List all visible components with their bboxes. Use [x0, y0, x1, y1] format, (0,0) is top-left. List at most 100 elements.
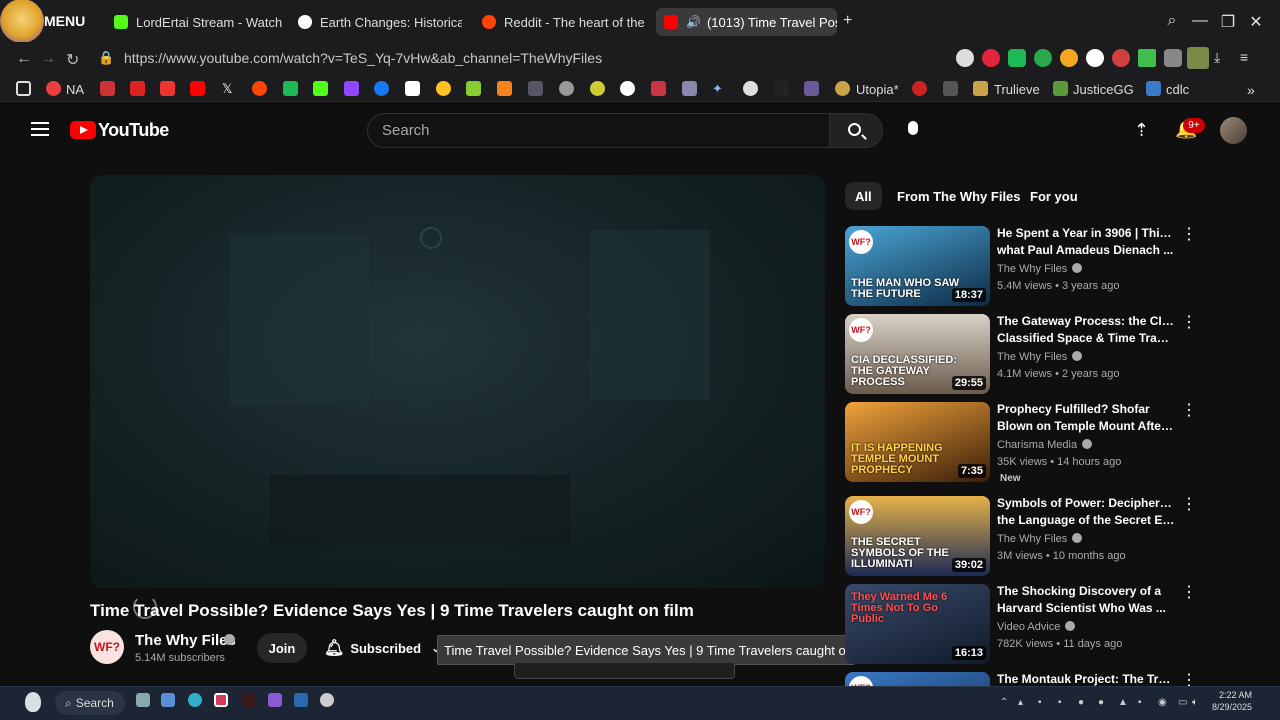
bookmark-icon[interactable]: [590, 81, 605, 96]
upload-icon[interactable]: ⇡: [1134, 120, 1149, 141]
bookmark-icon[interactable]: [497, 81, 512, 96]
recommendation-item[interactable]: WF? The Montauk Project: The Truth ⋮: [845, 672, 1190, 686]
chip-from-the-why-files[interactable]: From The Why Files: [887, 182, 1031, 210]
video-title[interactable]: The Shocking Discovery of a: [997, 584, 1175, 598]
bookmark-icon[interactable]: [528, 81, 543, 96]
bookmark-icon[interactable]: [100, 81, 115, 96]
tab-earth-changes[interactable]: Earth Changes: Historical: [290, 8, 462, 36]
taskbar-time[interactable]: 2:22 AM: [1212, 690, 1252, 700]
video-title[interactable]: what Paul Amadeus Dienach ...: [997, 243, 1175, 257]
trulieve-bookmark-icon[interactable]: [973, 81, 988, 96]
download-icon[interactable]: ⤓: [1214, 49, 1232, 67]
video-title[interactable]: Harvard Scientist Who Was ...: [997, 601, 1175, 615]
recommendation-item[interactable]: They Warned Me 6 Times Not To Go Public …: [845, 584, 1197, 666]
bookmark-icon[interactable]: [620, 81, 635, 96]
hamburger-menu-icon[interactable]: [31, 122, 49, 136]
amazon-bookmark-icon[interactable]: [405, 81, 420, 96]
youtube-bookmark-icon[interactable]: [190, 81, 205, 96]
walmart-bookmark-icon[interactable]: [436, 81, 451, 96]
taskbar-app-icon[interactable]: [268, 693, 282, 707]
facebook-bookmark-icon[interactable]: [374, 81, 389, 96]
more-options-icon[interactable]: ⋮: [1181, 403, 1197, 419]
channel-name[interactable]: Charisma Media: [997, 439, 1093, 451]
bookmark-icon[interactable]: [682, 81, 697, 96]
kick-bookmark-icon[interactable]: [313, 81, 328, 96]
video-title[interactable]: the Language of the Secret Elite: [997, 513, 1175, 527]
volume-icon[interactable]: 🔈︎: [1192, 697, 1198, 708]
twitch-bookmark-icon[interactable]: [344, 81, 359, 96]
channel-avatar[interactable]: WF?: [90, 630, 124, 664]
extension-icon[interactable]: [1086, 49, 1104, 67]
recommendation-item[interactable]: IT IS HAPPENING TEMPLE MOUNT PROPHECY 7:…: [845, 402, 1197, 484]
extension-icon[interactable]: [1060, 49, 1078, 67]
tray-icon[interactable]: ▪: [1138, 697, 1142, 708]
tray-icon[interactable]: ▲: [1118, 697, 1128, 708]
bookmark-icon[interactable]: [160, 81, 175, 96]
more-options-icon[interactable]: ⋮: [1181, 315, 1197, 331]
lock-icon[interactable]: 🔒: [98, 50, 114, 66]
video-title[interactable]: The Gateway Process: the CIA's: [997, 314, 1175, 328]
bookmark-justicegg-label[interactable]: JusticeGG: [1073, 82, 1134, 97]
extension-icon[interactable]: [1034, 49, 1052, 67]
video-thumbnail[interactable]: WF?: [845, 672, 990, 686]
speaker-icon[interactable]: 🔊: [686, 15, 701, 29]
extension-icon[interactable]: [982, 49, 1000, 67]
bookmark-icon[interactable]: [943, 81, 958, 96]
bookmark-na-label[interactable]: NA: [66, 82, 84, 97]
utopia-bookmark-icon[interactable]: [835, 81, 850, 96]
task-view-icon[interactable]: [136, 693, 150, 707]
subscribed-button[interactable]: 🔔︎ Subscribed ⌄: [318, 633, 441, 663]
join-button[interactable]: Join: [257, 633, 307, 663]
bookmark-icon[interactable]: [651, 81, 666, 96]
bookmark-na-icon[interactable]: [46, 81, 61, 96]
tray-icon[interactable]: ◉: [1158, 697, 1167, 708]
url-field[interactable]: https://www.youtube.com/watch?v=TeS_Yq-7…: [124, 50, 602, 66]
bookmark-icon[interactable]: [804, 81, 819, 96]
video-thumbnail[interactable]: WF? CIA DECLASSIFIED: THE GATEWAY PROCES…: [845, 314, 990, 394]
sparkle-bookmark-icon[interactable]: ✦: [712, 81, 727, 96]
reddit-bookmark-icon[interactable]: [252, 81, 267, 96]
video-title[interactable]: Symbols of Power: Deciphering: [997, 496, 1175, 510]
chip-all[interactable]: All: [845, 182, 882, 210]
folder-icon[interactable]: [16, 81, 31, 96]
tab-lordertai[interactable]: LordErtai Stream - Watch: [106, 8, 284, 36]
account-avatar[interactable]: [1220, 117, 1247, 144]
search-input[interactable]: Search: [367, 113, 829, 148]
video-title[interactable]: The Montauk Project: The Truth: [997, 672, 1175, 686]
network-icon[interactable]: ▭: [1178, 697, 1187, 708]
channel-name[interactable]: The Why Files: [997, 533, 1083, 545]
bookmark-icon[interactable]: [130, 81, 145, 96]
video-title[interactable]: Blown on Temple Mount After ...: [997, 419, 1175, 433]
chip-for-you[interactable]: For you: [1020, 182, 1088, 210]
reload-icon[interactable]: ↻: [66, 50, 79, 70]
back-arrow-icon[interactable]: ←: [16, 50, 32, 68]
more-options-icon[interactable]: ⋮: [1181, 497, 1197, 513]
cdlc-bookmark-icon[interactable]: [1146, 81, 1161, 96]
channel-name[interactable]: The Why Files: [997, 351, 1083, 363]
search-tabs-icon[interactable]: ⌕: [1162, 12, 1182, 30]
tab-youtube-active[interactable]: 🔊 (1013) Time Travel Pos: [656, 8, 837, 36]
video-title[interactable]: Prophecy Fulfilled? Shofar: [997, 402, 1175, 416]
recommendation-item[interactable]: WF? THE MAN WHO SAW THE FUTURE 18:37 He …: [845, 226, 1197, 308]
tray-icon[interactable]: ●: [1098, 697, 1104, 708]
puzzle-extensions-icon[interactable]: [1164, 49, 1182, 67]
video-title[interactable]: Classified Space & Time Trave...: [997, 331, 1175, 345]
tray-icon[interactable]: ▪: [1058, 697, 1062, 708]
taskbar-app-icon[interactable]: [320, 693, 334, 707]
tray-icon[interactable]: ▴: [1018, 697, 1023, 708]
video-thumbnail[interactable]: WF? THE SECRET SYMBOLS OF THE ILLUMINATI…: [845, 496, 990, 576]
profile-icon[interactable]: [1187, 47, 1209, 69]
tray-chevron-icon[interactable]: ⌃: [1000, 697, 1008, 708]
minimize-icon[interactable]: —: [1190, 12, 1210, 30]
bookmark-icon[interactable]: [283, 81, 298, 96]
taskbar-date[interactable]: 8/29/2025: [1207, 702, 1252, 712]
video-thumbnail[interactable]: They Warned Me 6 Times Not To Go Public …: [845, 584, 990, 664]
youtube-wordmark[interactable]: YouTube: [98, 120, 169, 141]
tab-reddit[interactable]: Reddit - The heart of the: [474, 8, 644, 36]
tray-icon[interactable]: ▪: [1038, 697, 1042, 708]
more-options-icon[interactable]: ⋮: [1181, 673, 1190, 687]
bookmark-utopia-label[interactable]: Utopia*: [856, 82, 899, 97]
opera-gx-taskbar-icon[interactable]: [214, 693, 228, 707]
video-thumbnail[interactable]: IT IS HAPPENING TEMPLE MOUNT PROPHECY 7:…: [845, 402, 990, 482]
browser-menu-button[interactable]: MENU: [0, 0, 98, 43]
